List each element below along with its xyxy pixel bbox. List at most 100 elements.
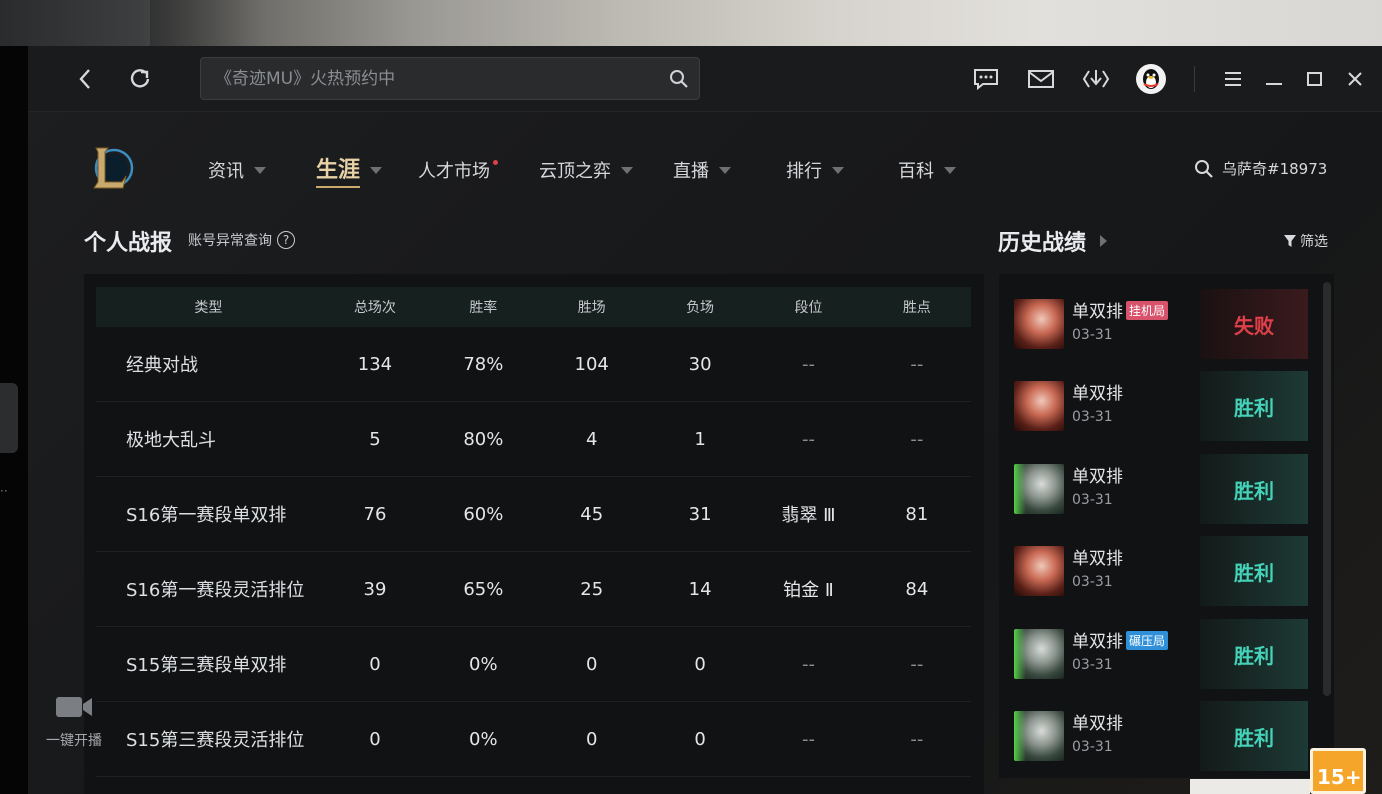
row-total: 5 [369,428,381,450]
header-lp: 胜点 [902,300,931,316]
match-item[interactable]: 单双排 03-31 胜利 [1014,701,1309,771]
match-mode-label: 单双排 [1072,302,1123,322]
nav-ranking[interactable]: 排行 [786,156,844,184]
match-item[interactable]: 单双排 03-31 胜利 [1014,371,1309,441]
download-icon[interactable] [1081,66,1111,92]
match-result: 胜利 [1200,619,1308,689]
nav-wiki-label: 百科 [898,161,934,182]
table-header: 类型 总场次 胜率 胜场 负场 段位 胜点 [96,287,971,327]
champion-portrait [1014,711,1064,761]
row-rate: 80% [463,428,504,450]
row-losses: 0 [694,728,706,750]
row-lp: -- [910,428,924,450]
nav-live-label: 直播 [673,161,709,182]
header-losses: 负场 [686,300,715,316]
user-search[interactable]: 乌萨奇#18973 [1194,158,1327,179]
match-result: 胜利 [1200,454,1308,524]
row-total: 0 [369,653,381,675]
row-losses: 0 [694,653,706,675]
nav-tft[interactable]: 云顶之弈 [539,156,633,184]
row-rate: 0% [469,728,498,750]
refresh-icon[interactable] [127,66,153,92]
chat-icon[interactable] [972,66,1000,92]
row-losses: 1 [694,428,706,450]
match-item[interactable]: 单双排 挂机局 03-31 失败 [1014,289,1309,359]
history-title[interactable]: 历史战绩 [998,225,1108,257]
row-rate: 60% [463,503,504,525]
minimize-icon[interactable] [1261,66,1287,92]
search-icon [1195,159,1213,178]
row-total: 39 [363,578,387,600]
nav-wiki[interactable]: 百科 [898,156,956,184]
age-rating-text: 15+ [1317,765,1362,789]
match-result: 失败 [1200,289,1308,359]
table-row[interactable]: S15第三赛段灵活排位 0 0% 0 0 -- -- [96,702,971,777]
main-nav: 资讯 生涯 人才市场 云顶之弈 直播 排行 百科 乌萨奇#18973 [28,112,1382,222]
row-rank: 铂金 Ⅱ [783,580,834,601]
row-rank: 翡翠 Ⅲ [781,505,836,526]
nav-talent-market[interactable]: 人才市场 [418,156,498,184]
go-live-button[interactable]: 一键开播 [38,694,110,750]
account-anomaly-link[interactable]: 账号异常查询? [188,230,295,250]
champion-portrait [1014,381,1064,431]
nav-news-label: 资讯 [208,161,244,182]
background-photo [0,0,1382,46]
qq-avatar[interactable] [1136,64,1166,94]
row-lp: -- [910,728,924,750]
mail-icon[interactable] [1027,66,1055,92]
left-collapse-tab[interactable] [0,383,18,453]
bottom-popup-edge [1190,779,1310,794]
maximize-icon[interactable] [1302,66,1328,92]
stats-table: 类型 总场次 胜率 胜场 负场 段位 胜点 经典对战 134 78% 104 3… [84,274,984,794]
match-item[interactable]: 单双排 03-31 胜利 [1014,536,1309,606]
filter-icon [1284,235,1296,247]
account-anomaly-label: 账号异常查询 [188,233,272,249]
close-icon[interactable] [1342,66,1368,92]
filter-button[interactable]: 筛选 [1284,231,1328,251]
header-rank: 段位 [794,300,823,316]
row-total: 0 [369,728,381,750]
row-rate: 65% [463,578,504,600]
nav-news[interactable]: 资讯 [208,156,266,184]
user-name: 乌萨奇#18973 [1222,160,1328,178]
row-type: S16第一赛段灵活排位 [126,580,305,601]
back-icon[interactable] [72,66,98,92]
search-bar[interactable] [200,57,700,100]
row-wins: 104 [574,353,609,375]
camera-icon [56,697,92,717]
match-item[interactable]: 单双排 碾压局 03-31 胜利 [1014,619,1309,689]
chevron-down-icon [944,166,956,174]
row-wins: 0 [585,728,598,750]
row-type: S16第一赛段单双排 [126,505,287,526]
history-list: 单双排 挂机局 03-31 失败 单双排 03-31 胜利 单双排 03-31 胜… [999,274,1334,778]
row-rank: -- [801,353,815,375]
lol-logo[interactable] [86,142,138,194]
table-row[interactable]: 极地大乱斗 5 80% 4 1 -- -- [96,402,971,477]
row-rank: -- [801,428,815,450]
chevron-down-icon [621,166,633,174]
notification-dot [493,159,498,165]
stats-title: 个人战报 [84,231,173,256]
filter-label: 筛选 [1300,234,1328,250]
match-mode: 单双排 碾压局 [1072,627,1169,652]
table-row[interactable]: 经典对战 134 78% 104 30 -- -- [96,327,971,402]
table-row[interactable]: S16第一赛段单双排 76 60% 45 31 翡翠 Ⅲ 81 [96,477,971,552]
nav-live[interactable]: 直播 [673,156,731,184]
search-icon[interactable] [669,69,689,93]
nav-ranking-label: 排行 [786,161,822,182]
row-type: 极地大乱斗 [126,430,216,451]
match-date: 03-31 [1072,574,1113,590]
menu-icon[interactable] [1220,66,1246,92]
champion-portrait [1014,546,1064,596]
search-input[interactable] [215,58,655,99]
match-item[interactable]: 单双排 03-31 胜利 [1014,454,1309,524]
chevron-down-icon [370,166,383,174]
header-total: 总场次 [353,300,396,316]
match-mode-label: 单双排 [1072,549,1123,569]
history-scrollbar[interactable] [1323,282,1331,696]
table-row[interactable]: S16第一赛段灵活排位 39 65% 25 14 铂金 Ⅱ 84 [96,552,971,627]
nav-career[interactable]: 生涯 [316,156,383,188]
table-row[interactable]: S15第三赛段单双排 0 0% 0 0 -- -- [96,627,971,702]
help-icon[interactable]: ? [277,231,295,249]
row-rank: -- [801,653,815,675]
